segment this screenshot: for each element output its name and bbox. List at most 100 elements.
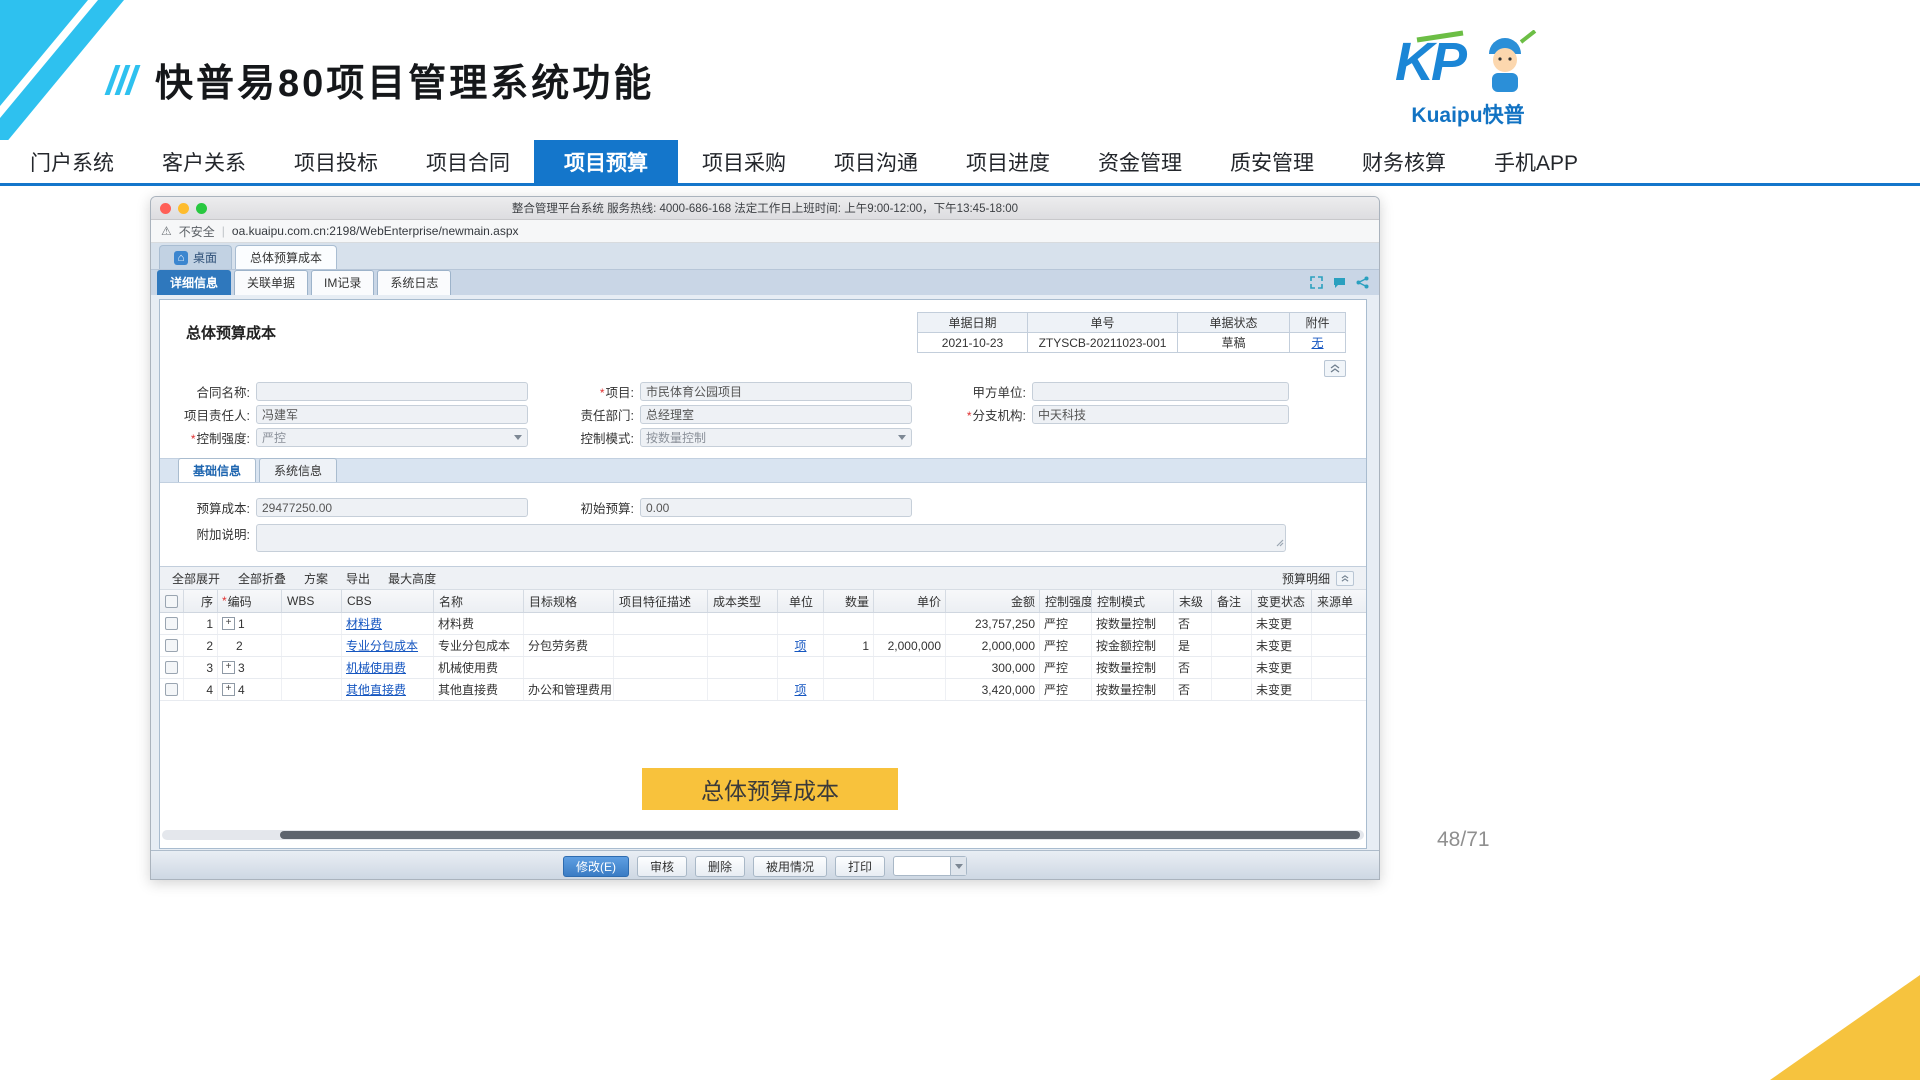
nav-item[interactable]: 项目进度: [942, 140, 1074, 183]
minimize-icon[interactable]: [178, 203, 189, 214]
budget-cost-field[interactable]: 29477250.00: [256, 498, 528, 517]
resize-handle-icon[interactable]: [1276, 534, 1284, 552]
column-header[interactable]: 单位: [778, 590, 824, 612]
budget-row: 预算成本: 29477250.00 初始预算: 0.00: [164, 496, 912, 519]
detail-tab[interactable]: 详细信息: [157, 270, 231, 295]
dept-field[interactable]: 总经理室: [640, 405, 912, 424]
column-header[interactable]: 单价: [874, 590, 946, 612]
table-row[interactable]: 3 + 3 机械使用费 机械使用费: [160, 657, 1366, 679]
action-button[interactable]: 修改(E): [563, 856, 629, 877]
close-icon[interactable]: [160, 203, 171, 214]
share-icon[interactable]: [1355, 275, 1369, 289]
detail-tab[interactable]: IM记录: [311, 270, 374, 295]
column-header[interactable]: 控制模式: [1092, 590, 1174, 612]
column-header[interactable]: 备注: [1212, 590, 1252, 612]
unit-link[interactable]: 项: [794, 637, 806, 654]
table-row[interactable]: 4 + 4 其他直接费 其他直接费 办公和管理: [160, 679, 1366, 701]
branch-field[interactable]: 中天科技: [1032, 405, 1289, 424]
nav-item[interactable]: 项目投标: [270, 140, 402, 183]
toolbar-link[interactable]: 方案: [304, 570, 328, 587]
section-tab[interactable]: 基础信息: [178, 458, 256, 482]
nav-item[interactable]: 手机APP: [1470, 140, 1602, 183]
unit-link[interactable]: 项: [794, 681, 806, 698]
column-header[interactable]: WBS: [282, 590, 342, 612]
expand-plus-icon[interactable]: +: [222, 661, 235, 674]
collapse-icon[interactable]: [1324, 360, 1346, 377]
initial-budget-field[interactable]: 0.00: [640, 498, 912, 517]
detail-tab[interactable]: 系统日志: [377, 270, 451, 295]
column-header[interactable]: [160, 590, 184, 612]
toolbar-link[interactable]: 全部展开: [172, 570, 220, 587]
row-checkbox[interactable]: [165, 683, 178, 696]
expand-plus-icon[interactable]: +: [222, 617, 235, 630]
cell-spec: [524, 657, 614, 678]
scrollbar-thumb[interactable]: [280, 831, 1360, 839]
cell-wbs: [282, 657, 342, 678]
contract-name-field[interactable]: [256, 382, 528, 401]
note-label: 附加说明:: [164, 524, 256, 543]
column-header[interactable]: * 编码: [218, 590, 282, 612]
toolbar-link[interactable]: 最大高度: [388, 570, 436, 587]
nav-item[interactable]: 项目采购: [678, 140, 810, 183]
chat-icon[interactable]: [1332, 275, 1346, 289]
nav-item[interactable]: 客户关系: [138, 140, 270, 183]
address-bar[interactable]: 不安全 | oa.kuaipu.com.cn:2198/WebEnterpris…: [151, 220, 1379, 243]
cbs-link[interactable]: 专业分包成本: [346, 637, 418, 654]
action-button[interactable]: 被用情况: [753, 856, 827, 877]
table-row[interactable]: 1 + 1 材料费 材料费: [160, 613, 1366, 635]
nav-item[interactable]: 项目沟通: [810, 140, 942, 183]
nav-item[interactable]: 项目预算: [534, 140, 678, 183]
nav-item[interactable]: 门户系统: [6, 140, 138, 183]
action-button[interactable]: 审核: [637, 856, 687, 877]
header-checkbox[interactable]: [165, 595, 178, 608]
control-strength-select[interactable]: 严控: [256, 428, 528, 447]
column-header[interactable]: 目标规格: [524, 590, 614, 612]
cell-mode: 按金额控制: [1092, 635, 1174, 656]
table-row[interactable]: 2 2 专业分包成本 专业分包成本 分包劳务: [160, 635, 1366, 657]
row-checkbox[interactable]: [165, 617, 178, 630]
row-checkbox[interactable]: [165, 661, 178, 674]
party-a-field[interactable]: [1032, 382, 1289, 401]
column-header[interactable]: 控制强度: [1040, 590, 1092, 612]
toolbar-link[interactable]: 导出: [346, 570, 370, 587]
column-header[interactable]: 来源单: [1312, 590, 1366, 612]
nav-item[interactable]: 项目合同: [402, 140, 534, 183]
cbs-link[interactable]: 材料费: [346, 615, 382, 632]
toolbar-link[interactable]: 全部折叠: [238, 570, 286, 587]
cbs-link[interactable]: 其他直接费: [346, 681, 406, 698]
column-header[interactable]: 末级: [1174, 590, 1212, 612]
column-header[interactable]: 成本类型: [708, 590, 778, 612]
column-header[interactable]: 序: [184, 590, 218, 612]
chevron-down-icon: [514, 435, 522, 440]
zoom-icon[interactable]: [196, 203, 207, 214]
manager-field[interactable]: 冯建军: [256, 405, 528, 424]
window-tab[interactable]: 总体预算成本: [235, 245, 337, 269]
column-header[interactable]: 变更状态: [1252, 590, 1312, 612]
nav-item[interactable]: 质安管理: [1206, 140, 1338, 183]
footer-dropdown[interactable]: [893, 856, 967, 876]
section-tab[interactable]: 系统信息: [259, 458, 337, 482]
column-header[interactable]: 数量: [824, 590, 874, 612]
action-button[interactable]: 删除: [695, 856, 745, 877]
expand-plus-icon[interactable]: +: [222, 683, 235, 696]
column-header[interactable]: 金额: [946, 590, 1040, 612]
cell-seq: 1: [184, 613, 218, 634]
window-tab[interactable]: 桌面: [159, 245, 232, 269]
fullscreen-icon[interactable]: [1309, 275, 1323, 289]
collapse-icon[interactable]: [1336, 571, 1354, 586]
cbs-link[interactable]: 机械使用费: [346, 659, 406, 676]
control-mode-select[interactable]: 按数量控制: [640, 428, 912, 447]
column-header[interactable]: 名称: [434, 590, 524, 612]
action-button[interactable]: 打印: [835, 856, 885, 877]
detail-tab[interactable]: 关联单据: [234, 270, 308, 295]
column-header[interactable]: 项目特征描述: [614, 590, 708, 612]
nav-item[interactable]: 资金管理: [1074, 140, 1206, 183]
cell-seq: 2: [184, 635, 218, 656]
row-checkbox[interactable]: [165, 639, 178, 652]
horizontal-scrollbar[interactable]: [162, 830, 1364, 840]
project-field[interactable]: 市民体育公园项目: [640, 382, 912, 401]
page-title: 快普易80项目管理系统功能: [155, 52, 654, 107]
column-header[interactable]: CBS: [342, 590, 434, 612]
nav-item[interactable]: 财务核算: [1338, 140, 1470, 183]
note-textarea[interactable]: [256, 524, 1286, 552]
